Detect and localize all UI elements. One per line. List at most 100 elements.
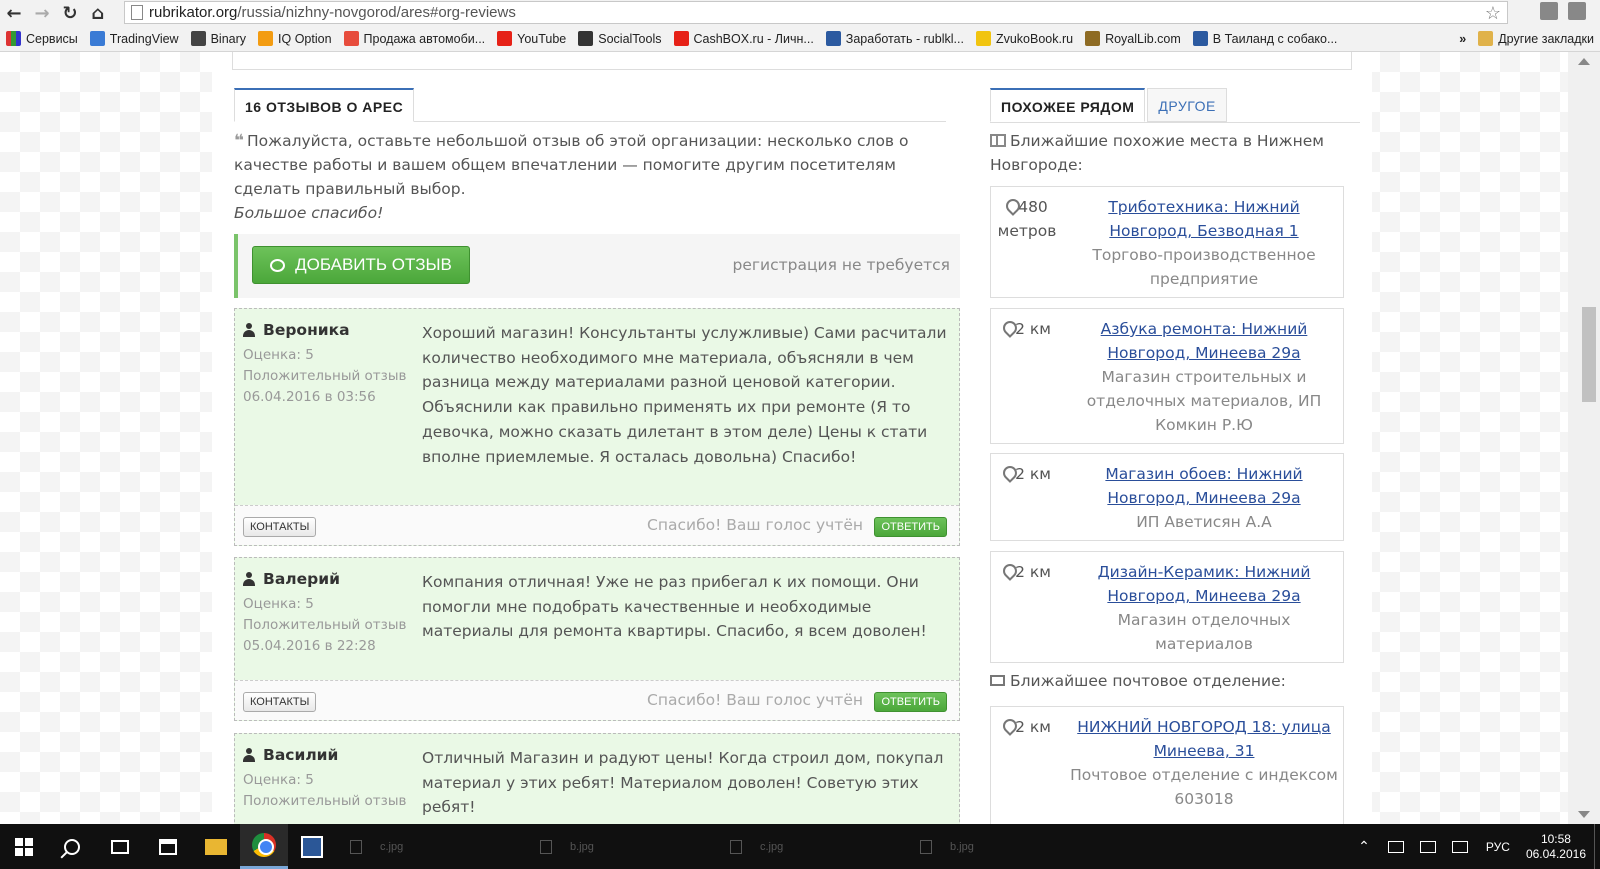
- bookmark-item[interactable]: TradingView: [84, 26, 185, 52]
- place-distance: 2 км: [991, 462, 1063, 486]
- tab-nearby[interactable]: Похожее рядом: [990, 88, 1146, 122]
- bookmark-item[interactable]: Продажа автомоби...: [338, 26, 492, 52]
- review-date: 06.04.2016 в 03:56: [243, 389, 376, 405]
- review-text: Компания отличная! Уже не раз прибегал к…: [422, 573, 927, 641]
- bookmark-item[interactable]: IQ Option: [252, 26, 338, 52]
- chrome-icon: [252, 833, 276, 857]
- review-rating: Оценка: 5: [243, 347, 314, 363]
- place-link[interactable]: Дизайн-Керамик: Нижний Новгород, Минеева…: [1069, 560, 1339, 608]
- review-prompt: ❝ Пожалуйста, оставьте небольшой отзыв об…: [234, 129, 954, 225]
- extension-icon[interactable]: [1540, 2, 1558, 20]
- store-button[interactable]: [144, 824, 192, 869]
- explorer-button[interactable]: [192, 824, 240, 869]
- page-scrollbar[interactable]: [1568, 52, 1600, 824]
- notification-icon[interactable]: [1419, 840, 1436, 853]
- map-icon: [990, 134, 1006, 147]
- bookmark-label: IQ Option: [278, 31, 332, 46]
- review-author: Василий: [243, 746, 413, 764]
- taskbar-window[interactable]: b.jpg: [906, 824, 1096, 869]
- scrollbar-thumb[interactable]: [1582, 307, 1596, 402]
- user-icon: [243, 572, 255, 586]
- bookmark-label: Заработать - rublkl...: [845, 31, 964, 46]
- browser-toolbar: ← → ↻ ⌂ rubrikator.org /russia/nizhny-no…: [0, 0, 1600, 26]
- clock-date: 06.04.2016: [1525, 846, 1586, 861]
- contacts-button[interactable]: Контакты: [243, 517, 317, 537]
- map-pin-icon: [1003, 719, 1013, 733]
- bookmark-item[interactable]: SocialTools: [572, 26, 667, 52]
- back-arrow-icon[interactable]: ←: [0, 1, 28, 25]
- bookmark-star-icon[interactable]: ☆: [1485, 3, 1501, 24]
- place-link[interactable]: Магазин обоев: Нижний Новгород, Минеева …: [1069, 462, 1339, 510]
- bookmark-item[interactable]: Сервисы: [0, 26, 84, 52]
- bookmark-item[interactable]: YouTube: [491, 26, 572, 52]
- place-link[interactable]: НИЖНИЙ НОВГОРОД 18: улица Минеева, 31: [1069, 715, 1339, 763]
- contacts-button[interactable]: Контакты: [243, 692, 317, 712]
- bookmark-favicon-icon: [975, 31, 991, 46]
- bookmark-favicon-icon: [258, 31, 274, 46]
- home-icon[interactable]: ⌂: [84, 1, 112, 25]
- start-button[interactable]: [0, 824, 48, 869]
- post-office-title: Ближайшее почтовое отделение:: [990, 672, 1350, 690]
- add-review-button[interactable]: Добавить отзыв: [252, 246, 470, 284]
- scroll-down-arrow-icon[interactable]: [1578, 811, 1590, 818]
- mail-icon: [990, 675, 1005, 686]
- show-desktop-button[interactable]: [1594, 824, 1600, 869]
- bookmarks-overflow-chevron[interactable]: »: [1453, 32, 1472, 46]
- bookmark-item[interactable]: В Таиланд с собако...: [1187, 26, 1344, 52]
- other-bookmarks[interactable]: Другие закладки: [1472, 26, 1600, 52]
- add-review-label: Добавить отзыв: [295, 255, 452, 274]
- bookmark-favicon-icon: [1192, 31, 1208, 46]
- reply-button[interactable]: Ответить: [874, 692, 947, 712]
- reviews-tabbar: 16 отзывов о АРЕС: [234, 88, 946, 122]
- image-file-icon: [920, 839, 932, 854]
- forward-arrow-icon[interactable]: →: [28, 1, 56, 25]
- review-author-name: Валерий: [263, 570, 340, 588]
- input-language[interactable]: РУС: [1486, 840, 1510, 854]
- tray-chevron-up-icon[interactable]: ⌃: [1358, 838, 1370, 855]
- store-icon: [159, 838, 177, 855]
- taskbar-window[interactable]: c.jpg: [336, 824, 526, 869]
- bookmark-item[interactable]: CashBOX.ru - Личн...: [668, 26, 820, 52]
- keyboard-icon[interactable]: [1451, 840, 1468, 853]
- review-rating: Оценка: 5: [243, 772, 314, 788]
- bookmark-label: Сервисы: [26, 31, 78, 46]
- tab-other[interactable]: Другое: [1147, 88, 1227, 122]
- bookmark-item[interactable]: Binary: [185, 26, 252, 52]
- place-info: Магазин обоев: Нижний Новгород, Минеева …: [1069, 462, 1339, 534]
- search-button[interactable]: [48, 824, 96, 869]
- nearby-title-text: Ближайшие похожие места в Нижнем Новгоро…: [990, 132, 1324, 174]
- word-button[interactable]: [288, 824, 336, 869]
- tab-reviews[interactable]: 16 отзывов о АРЕС: [234, 88, 415, 122]
- nearby-place: 2 км Дизайн-Керамик: Нижний Новгород, Ми…: [990, 551, 1344, 663]
- bookmark-favicon-icon: [343, 31, 359, 46]
- chrome-button[interactable]: [240, 824, 288, 869]
- task-view-button[interactable]: [96, 824, 144, 869]
- place-link[interactable]: Азбука ремонта: Нижний Новгород, Минеева…: [1069, 317, 1339, 365]
- review-rating: Оценка: 5: [243, 596, 314, 612]
- bookmark-favicon-icon: [497, 31, 513, 46]
- system-tray: ⌃ РУС 10:58 06.04.2016: [1348, 824, 1600, 869]
- taskbar-window[interactable]: b.jpg: [526, 824, 716, 869]
- clock-time: 10:58: [1540, 831, 1571, 846]
- bookmark-item[interactable]: Заработать - rublkl...: [820, 26, 970, 52]
- network-icon[interactable]: [1387, 840, 1404, 853]
- scroll-up-arrow-icon[interactable]: [1578, 58, 1590, 65]
- place-link[interactable]: Триботехника: Нижний Новгород, Безводная…: [1069, 195, 1339, 243]
- bookmark-item[interactable]: ZvukoBook.ru: [970, 26, 1079, 52]
- menu-icon[interactable]: [1568, 2, 1586, 20]
- place-distance-value: 2 км: [1015, 718, 1051, 736]
- place-distance: 2 км: [991, 317, 1063, 341]
- image-file-icon: [540, 839, 552, 854]
- place-distance-value: 2 км: [1015, 563, 1051, 581]
- quote-icon: ❝: [234, 131, 244, 151]
- taskbar-window[interactable]: c.jpg: [716, 824, 906, 869]
- bookmark-favicon-icon: [6, 31, 21, 46]
- reload-icon[interactable]: ↻: [56, 1, 84, 25]
- nearby-place: 480 метров Триботехника: Нижний Новгород…: [990, 186, 1344, 298]
- bookmark-item[interactable]: RoyalLib.com: [1079, 26, 1187, 52]
- reply-button[interactable]: Ответить: [874, 517, 947, 537]
- place-distance: 2 км: [991, 715, 1063, 739]
- address-bar[interactable]: rubrikator.org /russia/nizhny-novgorod/a…: [124, 1, 1508, 24]
- clock[interactable]: 10:58 06.04.2016: [1526, 832, 1586, 862]
- bookmark-label: SocialTools: [598, 31, 662, 46]
